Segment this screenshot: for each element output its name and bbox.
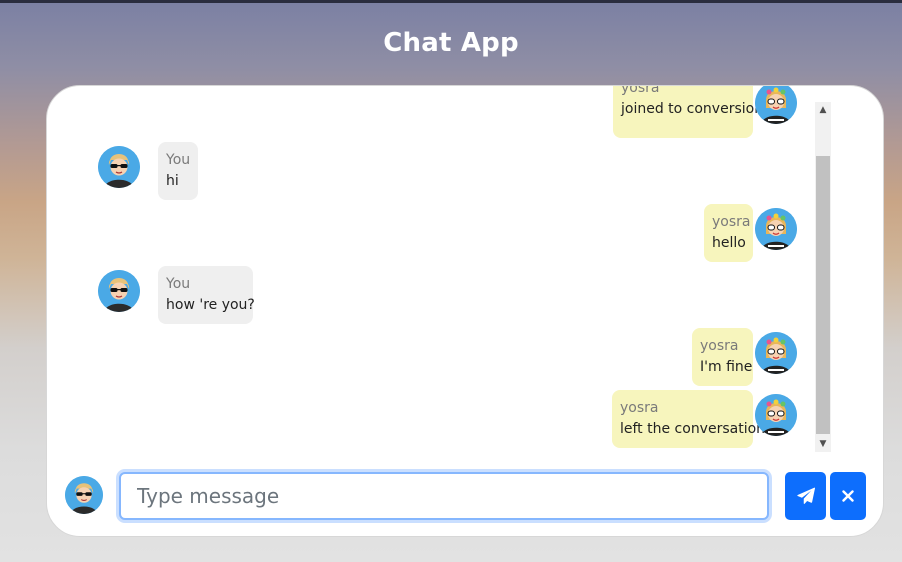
close-button[interactable] — [830, 472, 866, 520]
send-button[interactable] — [785, 472, 826, 520]
yosra-avatar — [755, 86, 797, 124]
message-bubble: You hi — [158, 142, 198, 200]
message-text: hello — [712, 235, 746, 251]
close-icon — [842, 490, 854, 502]
message-input[interactable] — [119, 472, 769, 520]
yosra-avatar — [755, 394, 797, 436]
message-text: hi — [166, 173, 179, 189]
message-list[interactable]: yosra joined to conversion You hi yosra … — [47, 86, 883, 458]
yosra-avatar — [755, 208, 797, 250]
window-top-border — [0, 0, 902, 3]
you-avatar — [98, 270, 140, 312]
message-bubble: yosra hello — [704, 204, 753, 262]
message-scrollbar[interactable]: ▲ ▼ — [815, 102, 831, 452]
message-sender: You — [166, 276, 191, 292]
boy-avatar-icon — [98, 270, 140, 312]
scroll-thumb[interactable] — [816, 156, 830, 434]
message-bubble: yosra left the conversation — [612, 390, 766, 448]
message-text: left the conversation — [620, 421, 766, 437]
boy-avatar-icon — [65, 476, 103, 514]
girl-avatar-icon — [755, 208, 797, 250]
message-bubble: You how 're you? — [158, 266, 255, 324]
message-sender: yosra — [620, 400, 659, 416]
paper-plane-icon — [796, 487, 815, 504]
message-bubble: yosra joined to conversion — [613, 86, 764, 138]
girl-avatar-icon — [755, 332, 797, 374]
boy-avatar-icon — [98, 146, 140, 188]
message-sender: yosra — [712, 214, 751, 230]
chat-card: yosra joined to conversion You hi yosra … — [46, 85, 884, 537]
girl-avatar-icon — [755, 394, 797, 436]
you-avatar — [98, 146, 140, 188]
message-text: I'm fine — [700, 359, 753, 375]
yosra-avatar — [755, 332, 797, 374]
message-text: how 're you? — [166, 297, 255, 313]
scroll-up-arrow-icon[interactable]: ▲ — [815, 102, 831, 118]
message-sender: You — [166, 152, 191, 168]
message-bubble: yosra I'm fine — [692, 328, 753, 386]
message-text: joined to conversion — [621, 101, 764, 117]
message-sender: yosra — [700, 338, 739, 354]
page-title: Chat App — [383, 28, 519, 58]
scroll-down-arrow-icon[interactable]: ▼ — [815, 436, 831, 452]
girl-avatar-icon — [755, 86, 797, 124]
composer-avatar — [65, 476, 103, 514]
message-sender: yosra — [621, 86, 660, 96]
